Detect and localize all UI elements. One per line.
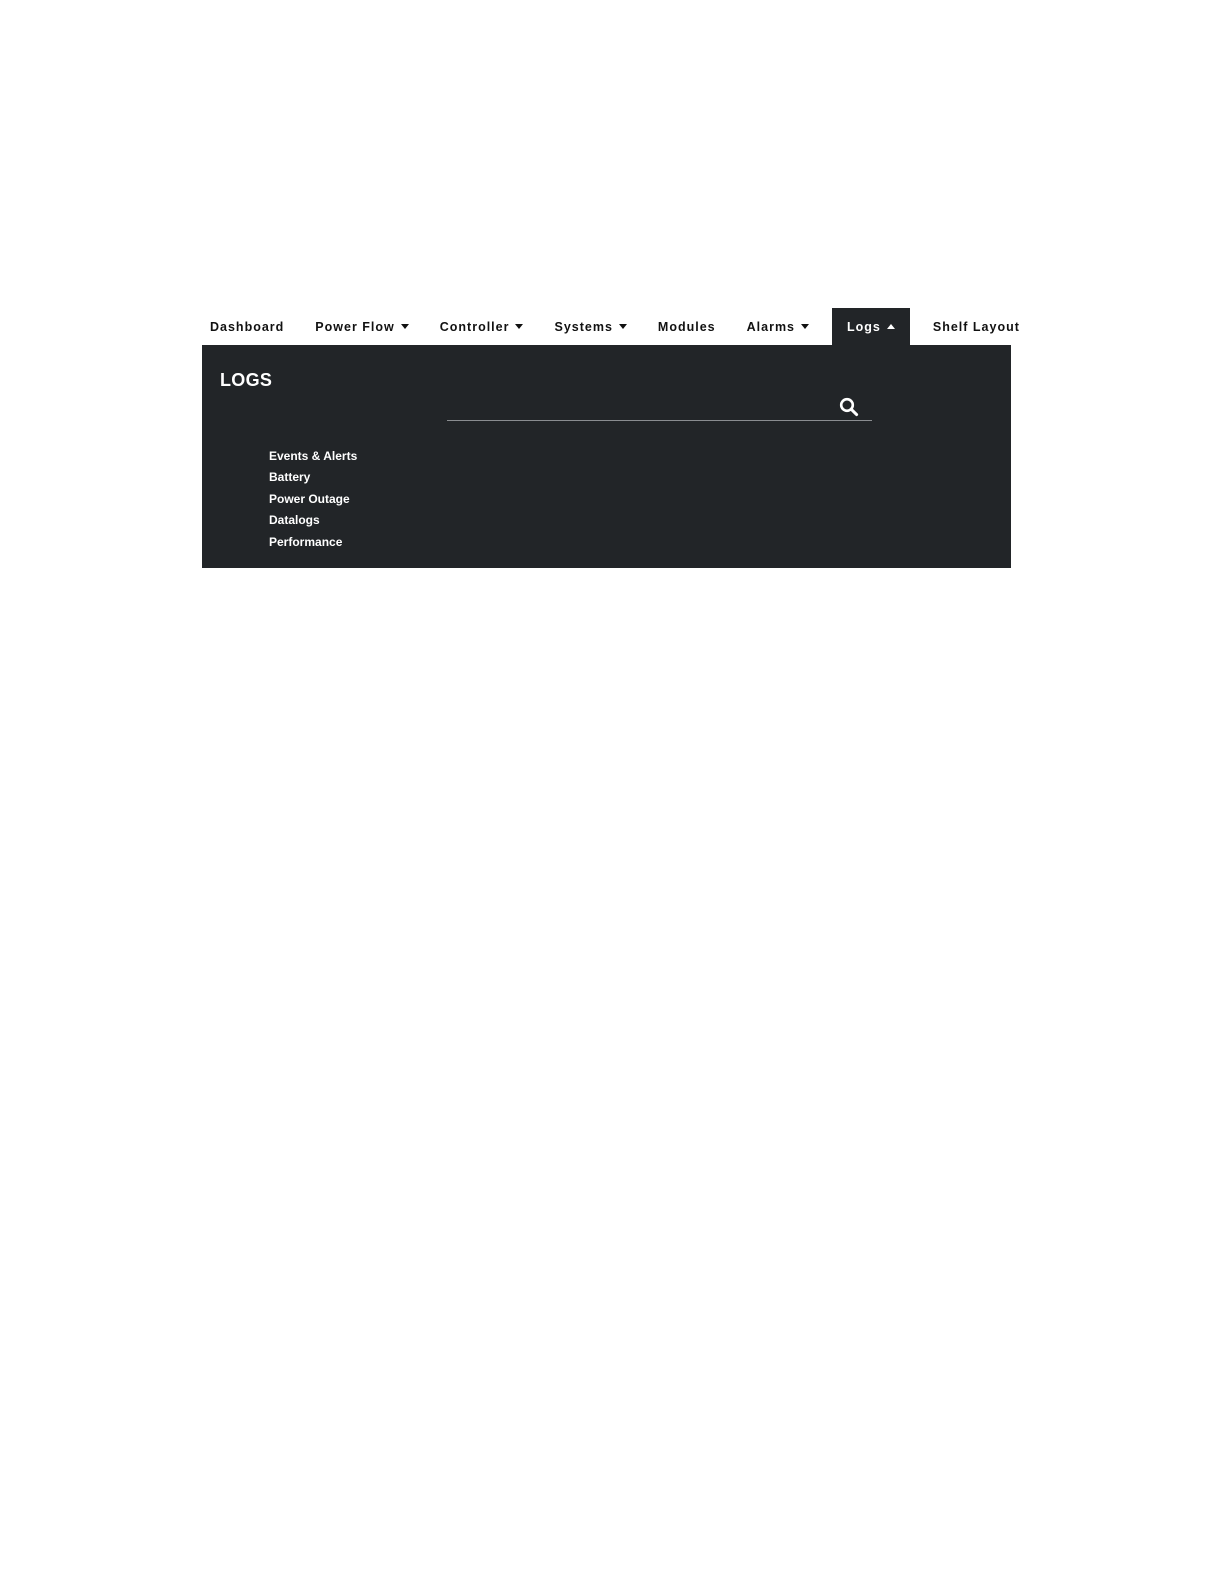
nav-item-controller[interactable]: Controller [432, 308, 532, 345]
nav-item-dashboard[interactable]: Dashboard [202, 308, 292, 345]
nav-item-power-flow[interactable]: Power Flow [307, 308, 416, 345]
nav-item-modules[interactable]: Modules [650, 308, 724, 345]
search-icon[interactable] [839, 397, 859, 417]
panel-title: LOGS [220, 370, 273, 390]
nav-item-label: Controller [439, 319, 510, 334]
nav-item-label: Dashboard [210, 319, 285, 334]
logs-dropdown-panel: LOGS Events & Alerts Battery Power Outag… [202, 345, 1011, 568]
menu-item-performance[interactable]: Performance [269, 532, 357, 553]
nav-item-logs[interactable]: Logs [832, 308, 910, 345]
top-nav: Dashboard Power Flow Controller Systems … [202, 308, 1019, 345]
nav-item-alarms[interactable]: Alarms [739, 308, 817, 345]
menu-item-datalogs[interactable]: Datalogs [269, 510, 357, 531]
nav-item-systems[interactable]: Systems [546, 308, 634, 345]
logs-menu: Events & Alerts Battery Power Outage Dat… [269, 446, 357, 553]
nav-item-label: Modules [657, 319, 716, 334]
nav-item-label: Systems [554, 319, 613, 334]
caret-up-icon [886, 324, 895, 329]
caret-down-icon [618, 324, 627, 329]
caret-down-icon [515, 324, 524, 329]
nav-item-shelf-layout[interactable]: Shelf Layout [925, 308, 1028, 345]
menu-item-battery[interactable]: Battery [269, 467, 357, 488]
nav-item-label: Power Flow [315, 319, 395, 334]
menu-item-events-alerts[interactable]: Events & Alerts [269, 446, 357, 467]
nav-item-label: Alarms [746, 319, 796, 334]
caret-down-icon [801, 324, 810, 329]
nav-item-label: Logs [847, 319, 881, 334]
search-bar [447, 393, 872, 421]
search-input[interactable] [447, 393, 835, 419]
nav-item-label: Shelf Layout [932, 319, 1020, 334]
caret-down-icon [400, 324, 409, 329]
menu-item-power-outage[interactable]: Power Outage [269, 489, 357, 510]
